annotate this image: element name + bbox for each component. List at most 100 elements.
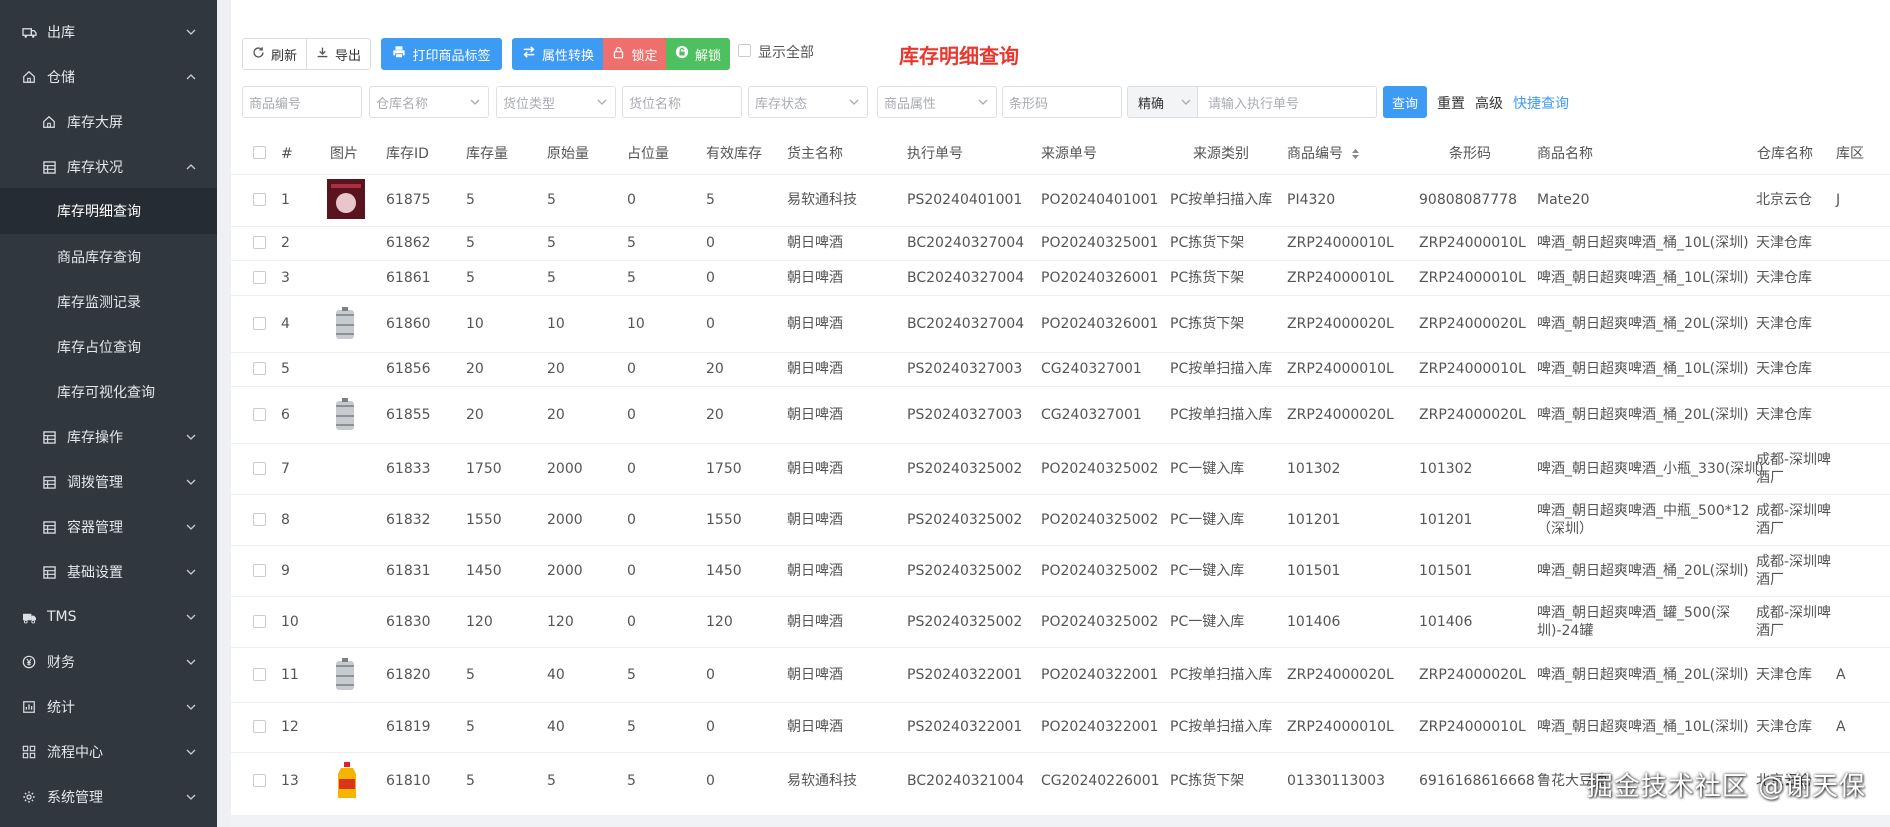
cell-src: CG240327001: [1041, 406, 1142, 423]
cell-orig: 5: [547, 773, 556, 789]
warehouse-select[interactable]: 仓库名称: [369, 86, 489, 118]
sidebar-item-14[interactable]: TMS: [0, 595, 217, 639]
refresh-button[interactable]: 刷新: [242, 38, 307, 70]
chevron-down-icon: [185, 611, 197, 623]
attr-convert-button[interactable]: 属性转换: [512, 38, 604, 70]
query-button[interactable]: 查询: [1383, 86, 1427, 118]
cell-barcode: 90808087778: [1419, 192, 1517, 208]
sidebar-item-9[interactable]: 库存可视化查询: [0, 370, 217, 414]
lock-button[interactable]: 锁定: [603, 38, 667, 70]
barcode-input[interactable]: 条形码: [1002, 86, 1122, 118]
reset-button[interactable]: 重置: [1437, 93, 1465, 113]
row-checkbox[interactable]: [253, 193, 266, 206]
show-all-checkbox[interactable]: [738, 44, 751, 57]
show-all-label[interactable]: 显示全部: [758, 42, 814, 62]
cell-wh: 天津仓库: [1756, 406, 1812, 423]
row-checkbox[interactable]: [253, 270, 266, 284]
sidebar-item-4[interactable]: 库存状况: [0, 145, 217, 189]
sidebar-item-3[interactable]: 库存大屏: [0, 100, 217, 144]
cell-no: 13: [281, 773, 299, 789]
export-button[interactable]: 导出: [306, 38, 371, 70]
chevron-down-icon: [185, 566, 197, 578]
product-attr-select[interactable]: 商品属性: [877, 86, 997, 118]
row-checkbox[interactable]: [253, 316, 266, 330]
product-code-input[interactable]: 商品编号: [242, 86, 362, 118]
printer-icon: [392, 45, 406, 63]
cell-code: ZRP24000010L: [1287, 235, 1394, 251]
cell-zone: J: [1836, 192, 1841, 208]
sidebar-item-10[interactable]: 库存操作: [0, 415, 217, 459]
location-type-placeholder: 货位类型: [503, 96, 556, 112]
row-checkbox[interactable]: [253, 720, 266, 733]
cell-owner: 朝日啤酒: [787, 361, 843, 377]
advanced-button[interactable]: 高级: [1475, 93, 1503, 113]
exec-no-input[interactable]: 请输入执行单号: [1197, 86, 1377, 118]
row-checkbox[interactable]: [253, 461, 266, 475]
row-checkbox[interactable]: [253, 236, 266, 249]
cell-name: 啤酒_朝日超爽啤酒_桶_20L(深圳): [1537, 562, 1749, 579]
row-checkbox[interactable]: [253, 563, 266, 577]
sidebar-item-12[interactable]: 容器管理: [0, 505, 217, 549]
cell-qty: 1550: [466, 511, 502, 528]
chevron-down-icon: [597, 96, 607, 111]
sidebar-item-label: 库存监测记录: [57, 295, 141, 311]
row-checkbox[interactable]: [253, 614, 266, 628]
home-icon: [41, 114, 57, 130]
sidebar-item-16[interactable]: 统计: [0, 685, 217, 729]
sidebar-item-2[interactable]: 仓储: [0, 55, 217, 99]
row-checkbox[interactable]: [253, 774, 266, 787]
cell-code: 01330113003: [1287, 773, 1385, 789]
lock-icon: [612, 46, 625, 63]
row-checkbox[interactable]: [253, 667, 266, 681]
match-mode-select[interactable]: 精确: [1127, 86, 1198, 118]
sidebar-item-18[interactable]: 系统管理: [0, 775, 217, 819]
cell-exec: PS20240325002: [907, 460, 1023, 477]
sidebar-item-17[interactable]: 流程中心: [0, 730, 217, 774]
cell-eff: 0: [706, 666, 715, 683]
sidebar-item-7[interactable]: 库存监测记录: [0, 280, 217, 324]
cell-qty: 5: [466, 235, 475, 251]
select-all-checkbox[interactable]: [253, 146, 266, 159]
location-name-input[interactable]: 货位名称: [622, 86, 742, 118]
oil-bottle-thumbnail[interactable]: [335, 762, 359, 804]
sidebar-item-5[interactable]: 库存明细查询: [0, 188, 217, 234]
cell-barcode: 101501: [1419, 562, 1473, 579]
sort-icon[interactable]: [1351, 148, 1360, 164]
cell-no: 7: [281, 460, 290, 477]
sidebar-item-8[interactable]: 库存占位查询: [0, 325, 217, 369]
sidebar-item-13[interactable]: 基础设置: [0, 550, 217, 594]
quick-query-link[interactable]: 快捷查询: [1513, 93, 1569, 113]
keg-thumbnail[interactable]: [330, 306, 360, 345]
column-header: 库存ID: [386, 146, 429, 162]
sidebar-item-11[interactable]: 调拨管理: [0, 460, 217, 504]
column-header[interactable]: 商品编号: [1287, 134, 1343, 174]
cell-qty: 5: [466, 666, 475, 683]
cell-zone: A: [1836, 719, 1846, 735]
cell-name: 啤酒_朝日超爽啤酒_桶_10L(深圳): [1537, 719, 1749, 735]
unlock-button[interactable]: 解锁: [666, 38, 730, 70]
cell-exec: BC20240327004: [907, 235, 1025, 251]
row-checkbox[interactable]: [253, 362, 266, 375]
cell-exec: BC20240327004: [907, 269, 1025, 286]
sidebar-item-15[interactable]: 财务: [0, 640, 217, 684]
cell-wh: 成都-深圳啤酒厂: [1756, 451, 1832, 486]
cell-name: 啤酒_朝日超爽啤酒_桶_10L(深圳): [1537, 361, 1749, 377]
row-checkbox[interactable]: [253, 512, 266, 526]
cell-qty: 5: [466, 773, 475, 789]
keg-thumbnail[interactable]: [330, 397, 360, 436]
cell-id: 61860: [386, 315, 431, 332]
row-checkbox[interactable]: [253, 407, 266, 421]
location-type-select[interactable]: 货位类型: [496, 86, 616, 118]
stock-status-select[interactable]: 库存状态: [748, 86, 868, 118]
print-label-text: 打印商品标签: [412, 48, 491, 64]
cell-src: PO20240325002: [1041, 613, 1159, 630]
cell-name: 啤酒_朝日超爽啤酒_桶_20L(深圳): [1537, 406, 1749, 423]
keg-thumbnail[interactable]: [330, 657, 360, 696]
print-label-button[interactable]: 打印商品标签: [381, 38, 502, 70]
chevron-down-icon: [849, 96, 859, 111]
sidebar-item-6[interactable]: 商品库存查询: [0, 235, 217, 279]
sidebar-item-1[interactable]: 出库: [0, 10, 217, 54]
refresh-label: 刷新: [270, 48, 297, 64]
chevron-down-icon: [978, 96, 988, 111]
product-thumbnail[interactable]: [327, 179, 365, 223]
